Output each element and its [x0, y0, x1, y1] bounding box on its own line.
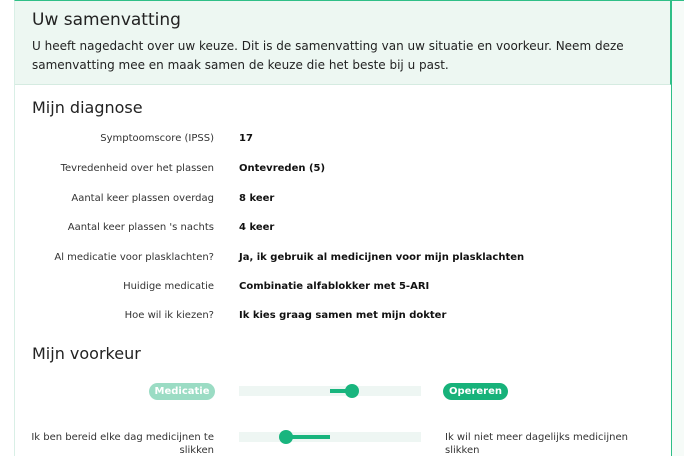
summary-text: U heeft nagedacht over uw keuze. Dit is … — [32, 39, 624, 72]
daily-medication-slider-thumb[interactable] — [279, 430, 294, 444]
diagnosis-value: 17 — [239, 133, 253, 144]
medicatie-option-pill[interactable]: Medicatie — [149, 383, 215, 400]
medication-willing-label: Ik ben bereid elke dag medicijnen te sli… — [31, 432, 214, 456]
summary-box: Uw samenvatting U heeft nagedacht over u… — [15, 1, 671, 85]
preference-title: Mijn voorkeur — [32, 344, 141, 363]
diagnosis-label: Aantal keer plassen overdag — [71, 193, 214, 204]
opereren-option-pill[interactable]: Opereren — [443, 383, 508, 400]
summary-page: Uw samenvatting U heeft nagedacht over u… — [14, 0, 684, 456]
diagnosis-value: Ik kies graag samen met mijn dokter — [239, 310, 447, 321]
diagnosis-value: Ontevreden (5) — [239, 163, 326, 174]
diagnosis-label: Symptoomscore (IPSS) — [100, 133, 214, 144]
preference-slider[interactable] — [239, 384, 421, 398]
medication-unwilling-label: Ik wil niet meer dagelijks medicijnen sl… — [445, 432, 628, 456]
page-edge — [671, 1, 684, 456]
diagnosis-label: Al medicatie voor plasklachten? — [54, 252, 214, 263]
preference-slider-thumb[interactable] — [344, 384, 359, 398]
diagnosis-title: Mijn diagnose — [32, 98, 143, 117]
diagnosis-value: Ja, ik gebruik al medicijnen voor mijn p… — [239, 252, 525, 263]
diagnosis-value: Combinatie alfablokker met 5-ARI — [239, 281, 430, 292]
diagnosis-value: 4 keer — [239, 222, 275, 233]
daily-medication-slider[interactable] — [239, 430, 421, 444]
summary-title: Uw samenvatting — [32, 10, 181, 30]
diagnosis-label: Hoe wil ik kiezen? — [124, 310, 214, 321]
diagnosis-label: Tevredenheid over het plassen — [60, 163, 214, 174]
diagnosis-label: Aantal keer plassen 's nachts — [67, 222, 214, 233]
diagnosis-label: Huidige medicatie — [123, 281, 214, 292]
diagnosis-value: 8 keer — [239, 193, 275, 204]
